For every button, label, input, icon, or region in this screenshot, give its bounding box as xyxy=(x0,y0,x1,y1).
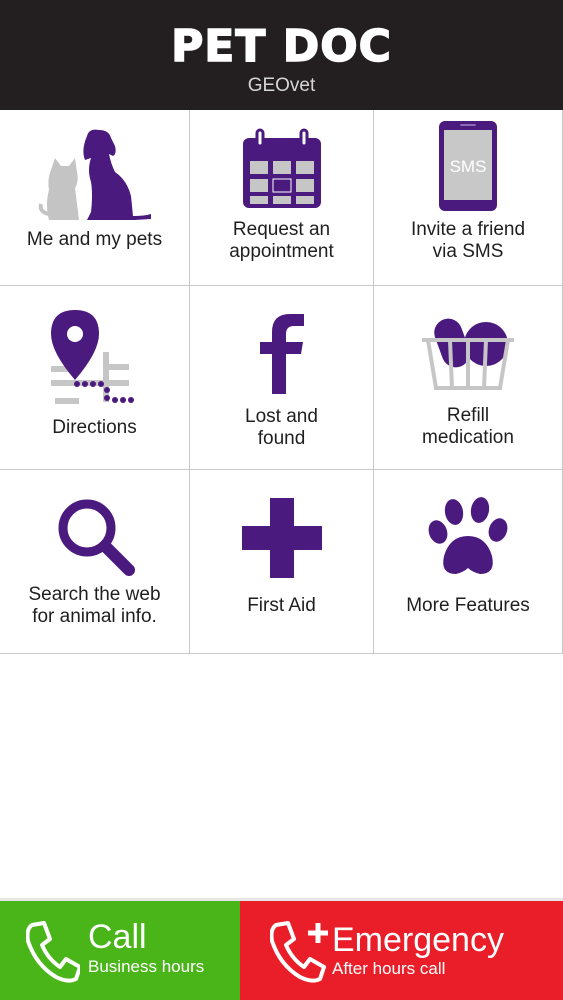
map-pin-icon xyxy=(0,308,189,410)
bottom-action-bar: Call Business hours Emergency After hour… xyxy=(0,898,563,1000)
app-title: PET DOC xyxy=(170,21,392,73)
call-button[interactable]: Call Business hours xyxy=(0,901,240,1000)
tile-label: Request an appointment xyxy=(229,219,334,262)
first-aid-cross-icon xyxy=(190,498,373,578)
basket-icon xyxy=(374,314,562,390)
tile-label: Lost and found xyxy=(245,406,318,449)
emergency-button[interactable]: Emergency After hours call xyxy=(240,901,563,1000)
app-subtitle: GEOvet xyxy=(247,75,316,96)
sms-text: SMS xyxy=(450,157,487,176)
emergency-title: Emergency xyxy=(332,921,504,959)
app-header: PET DOC GEOvet xyxy=(0,0,563,110)
sms-phone-icon: SMS xyxy=(374,120,562,212)
tile-more-features[interactable]: More Features xyxy=(374,470,563,654)
tile-label: Search the web for animal info. xyxy=(28,584,161,627)
tile-label: Directions xyxy=(52,417,137,438)
paw-icon xyxy=(374,496,562,578)
tile-first-aid[interactable]: First Aid xyxy=(190,470,374,654)
tile-label: Refill medication xyxy=(422,405,514,448)
phone-plus-icon xyxy=(269,919,330,988)
calendar-icon xyxy=(190,128,373,210)
pets-icon xyxy=(0,124,189,224)
tile-search-web[interactable]: Search the web for animal info. xyxy=(0,470,190,654)
call-title: Call xyxy=(88,918,147,956)
tile-label: Me and my pets xyxy=(26,229,163,250)
tile-directions[interactable]: Directions xyxy=(0,286,190,470)
tile-lost-and-found[interactable]: Lost and found xyxy=(190,286,374,470)
facebook-icon xyxy=(190,312,373,394)
emergency-subtitle: After hours call xyxy=(332,959,446,978)
tile-invite-friend-sms[interactable]: SMS Invite a friend via SMS xyxy=(374,110,563,286)
tile-label: More Features xyxy=(406,595,530,616)
feature-grid: Me and my pets Request an appointment SM… xyxy=(0,110,563,654)
tile-request-appointment[interactable]: Request an appointment xyxy=(190,110,374,286)
call-subtitle: Business hours xyxy=(88,957,205,976)
tile-refill-medication[interactable]: Refill medication xyxy=(374,286,563,470)
tile-label: First Aid xyxy=(247,595,316,616)
tile-me-and-my-pets[interactable]: Me and my pets xyxy=(0,110,190,286)
phone-icon xyxy=(25,921,82,988)
tile-label: Invite a friend via SMS xyxy=(410,219,526,262)
search-icon xyxy=(0,496,189,576)
